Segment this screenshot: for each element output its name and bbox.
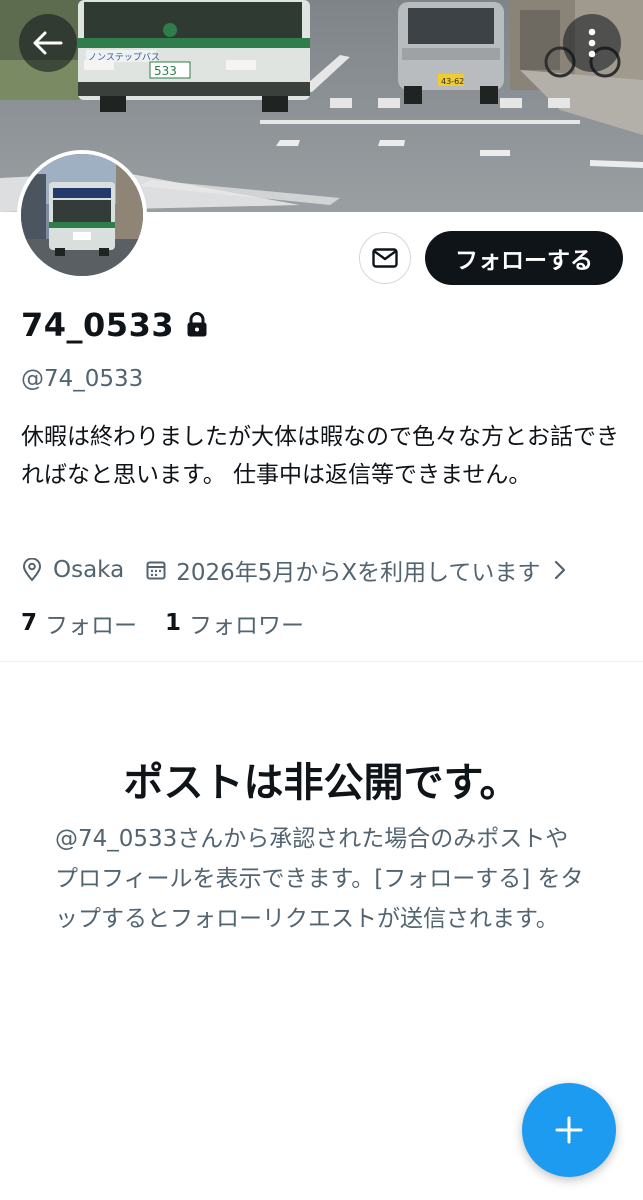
follow-button[interactable]: フォローする [425, 231, 623, 285]
compose-post-button[interactable] [522, 1083, 616, 1177]
following-link[interactable]: 7 フォロー [21, 606, 137, 640]
car-plate: 43-62 [441, 77, 464, 86]
chevron-right-icon [554, 560, 576, 580]
join-date[interactable]: 2026年5月からXを利用しています [146, 553, 576, 587]
envelope-icon [372, 248, 398, 268]
private-posts-message: @74_0533さんから承認された場合のみポストやプロフィールを表示できます。[… [55, 826, 584, 932]
arrow-left-icon [33, 31, 63, 55]
more-options-button[interactable] [563, 14, 621, 72]
profile-meta: Osaka 2026年5月からXを利用しています [21, 553, 621, 587]
location: Osaka [21, 557, 124, 583]
location-text: Osaka [53, 557, 125, 583]
bus-plate: 533 [154, 64, 177, 78]
lock-icon [186, 312, 208, 338]
location-pin-icon [22, 558, 42, 582]
followers-link[interactable]: 1 フォロワー [165, 606, 304, 640]
private-posts-title: ポストは非公開です。 [123, 760, 520, 806]
avatar[interactable] [17, 150, 147, 280]
followers-label: フォロワー [189, 613, 305, 639]
user-handle: @74_0533 [21, 366, 144, 392]
more-vertical-icon [588, 28, 596, 58]
section-divider [0, 661, 643, 662]
display-name: 74_0533 [21, 306, 175, 344]
follow-stats: 7 フォロー 1 フォロワー [21, 606, 304, 640]
plus-icon [555, 1116, 583, 1144]
profile-bio: 休暇は終わりましたが大体は暇なので色々な方とお話できればなと思います。 仕事中は… [21, 424, 619, 488]
avatar-photo [21, 154, 143, 276]
join-date-text: 2026年5月からXを利用しています [176, 560, 541, 586]
message-button[interactable] [359, 232, 411, 284]
display-name-row: 74_0533 [21, 306, 208, 344]
followers-count: 1 [165, 610, 182, 636]
following-label: フォロー [45, 613, 138, 639]
back-button[interactable] [19, 14, 77, 72]
calendar-icon [146, 561, 166, 580]
following-count: 7 [21, 610, 38, 636]
